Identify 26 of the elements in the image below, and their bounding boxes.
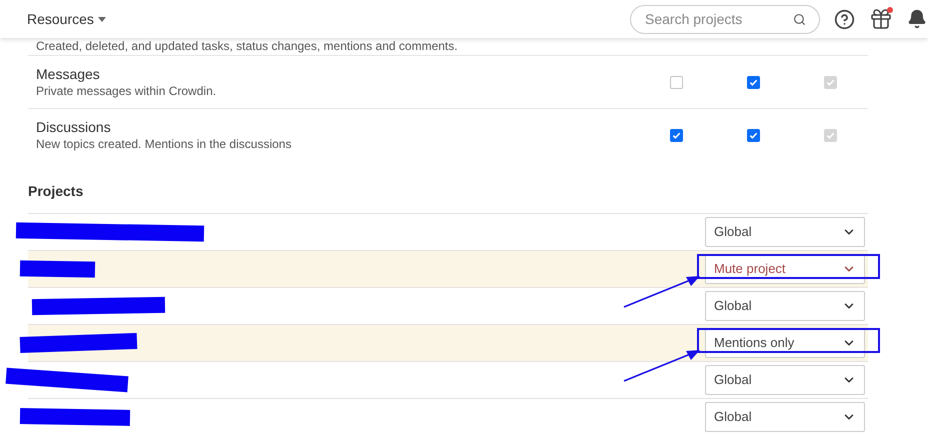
check-icon bbox=[826, 78, 835, 86]
checkbox[interactable] bbox=[747, 76, 760, 88]
check-icon bbox=[749, 130, 758, 140]
notification-select[interactable]: Global bbox=[705, 217, 865, 247]
search-field[interactable]: Search projects bbox=[630, 4, 820, 34]
check-icon bbox=[749, 78, 758, 86]
help-icon[interactable] bbox=[834, 8, 855, 30]
notification-select[interactable]: Global bbox=[705, 291, 865, 321]
search-icon bbox=[793, 12, 806, 26]
notification-title: Discussions bbox=[36, 118, 112, 136]
gift-icon[interactable] bbox=[869, 7, 893, 31]
checkbox[interactable] bbox=[670, 128, 683, 142]
bell-icon[interactable] bbox=[907, 9, 927, 29]
notification-title: Messages bbox=[36, 65, 101, 83]
check-icon bbox=[826, 130, 835, 140]
resources-menu[interactable]: Resources bbox=[27, 8, 106, 30]
notification-description: Private messages within Crowdin. bbox=[36, 83, 218, 99]
notification-description: Created, deleted, and updated tasks, status changes, mentions and comments. bbox=[36, 38, 459, 54]
caret-icon bbox=[98, 16, 106, 22]
notification-select[interactable]: Global bbox=[705, 402, 865, 432]
section-heading: Projects bbox=[28, 182, 84, 201]
notification-select[interactable]: Global bbox=[705, 365, 865, 395]
checkbox[interactable] bbox=[670, 76, 683, 88]
checkbox[interactable] bbox=[747, 128, 760, 142]
check-icon bbox=[672, 130, 681, 140]
notification-description: New topics created. Mentions in the discussions bbox=[36, 136, 292, 152]
